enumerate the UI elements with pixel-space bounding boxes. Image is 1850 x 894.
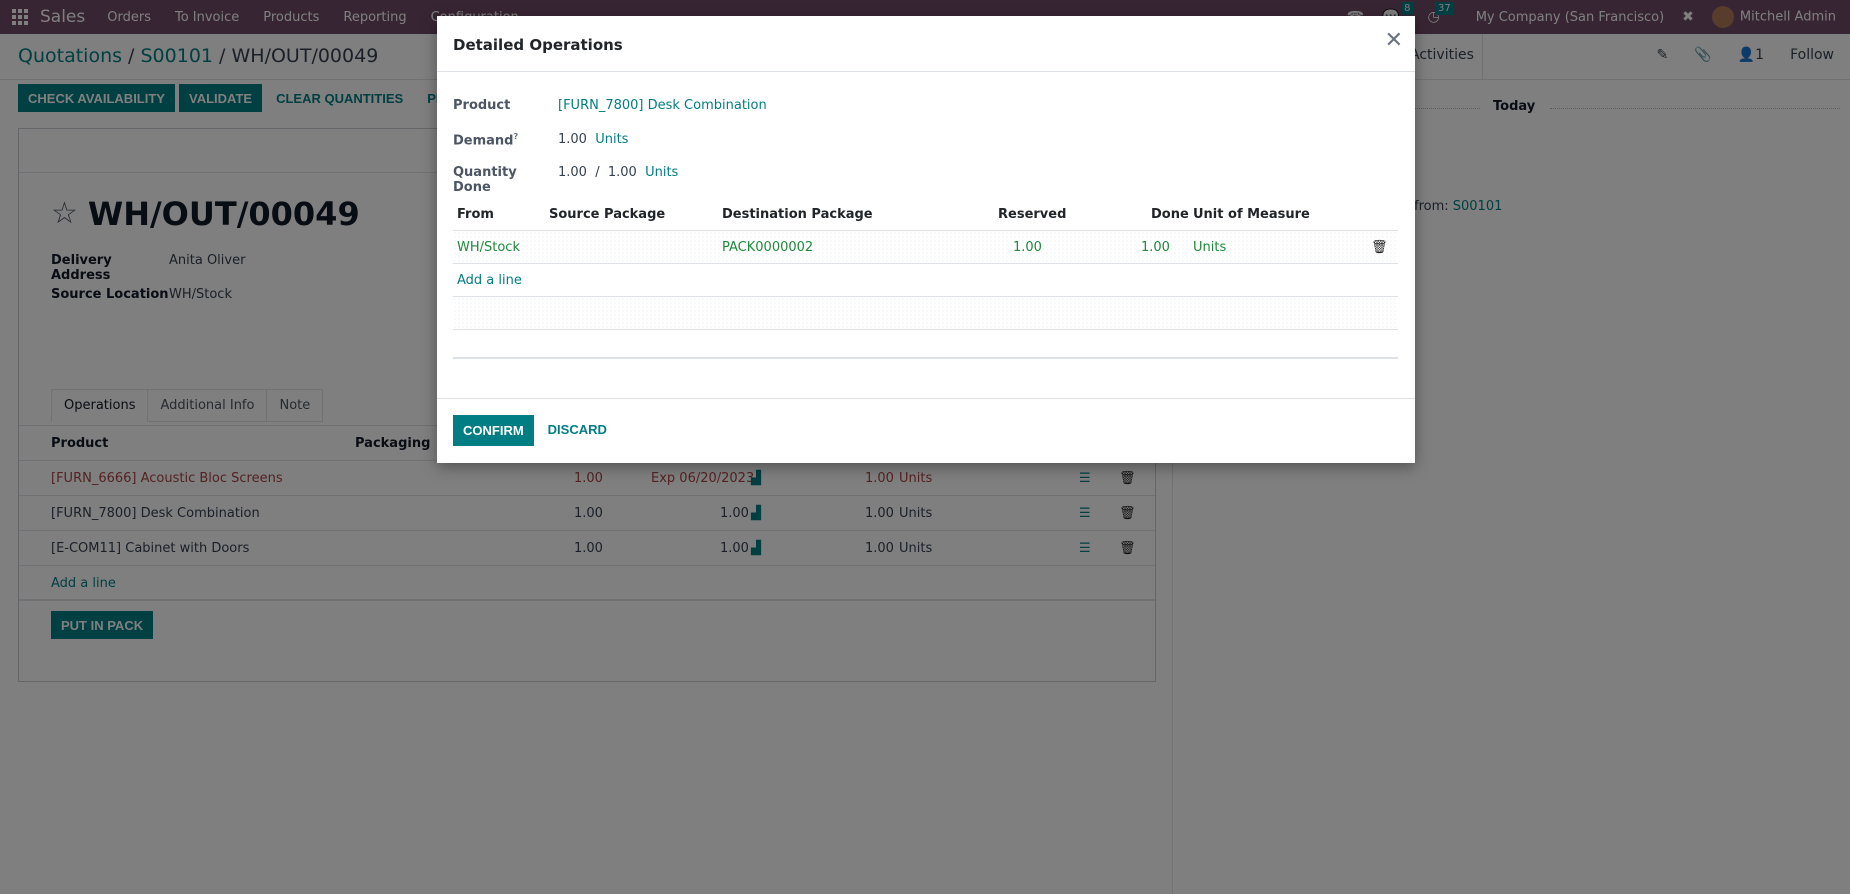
add-line-link[interactable]: Add a line <box>457 273 522 288</box>
column-destination-package[interactable]: Destination Package <box>722 207 873 222</box>
dialog-footer: CONFIRM DISCARD <box>437 398 1415 463</box>
dialog-title: Detailed Operations <box>453 36 623 54</box>
uom-cell: Units <box>1193 240 1227 255</box>
column-source-package[interactable]: Source Package <box>549 207 665 222</box>
column-uom[interactable]: Unit of Measure <box>1193 207 1310 222</box>
discard-button[interactable]: DISCARD <box>538 415 617 443</box>
detailed-operations-dialog: Detailed Operations ✕ Product [FURN_7800… <box>437 16 1415 463</box>
dialog-header: Detailed Operations ✕ <box>437 16 1415 72</box>
done-cell: 1.00 <box>1141 240 1170 255</box>
qty-done-label: Quantity Done <box>453 165 517 195</box>
from-cell: WH/Stock <box>457 240 520 255</box>
destination-package-cell: PACK0000002 <box>722 240 814 255</box>
demand-uom-link[interactable]: Units <box>595 132 628 148</box>
delete-trash-icon[interactable]: 🗑 <box>1371 240 1388 255</box>
divider <box>453 357 1398 359</box>
move-lines-table: From Source Package Destination Package … <box>453 198 1398 330</box>
close-icon[interactable]: ✕ <box>1385 30 1403 52</box>
help-tooltip-icon[interactable]: ? <box>514 132 519 141</box>
demand-label: Demand? <box>453 132 519 149</box>
reserved-cell: 1.00 <box>1013 240 1042 255</box>
confirm-button[interactable]: CONFIRM <box>453 415 534 446</box>
column-reserved[interactable]: Reserved <box>998 207 1066 222</box>
qty-done-value: 1.00 <box>558 165 587 180</box>
table-header: From Source Package Destination Package … <box>453 198 1398 231</box>
add-line-row: Add a line <box>453 264 1398 297</box>
product-label: Product <box>453 98 511 113</box>
demand-qty: 1.00 <box>558 132 587 147</box>
column-from[interactable]: From <box>457 207 494 222</box>
qty-separator: / <box>595 165 600 180</box>
column-done[interactable]: Done <box>1151 207 1189 222</box>
qty-uom-link[interactable]: Units <box>645 165 678 195</box>
product-field[interactable]: [FURN_7800] Desk Combination <box>558 98 767 113</box>
qty-total-value: 1.00 <box>607 165 637 180</box>
empty-row <box>453 297 1398 330</box>
table-row[interactable]: WH/Stock PACK0000002 1.00 1.00 Units 🗑 <box>453 231 1398 264</box>
